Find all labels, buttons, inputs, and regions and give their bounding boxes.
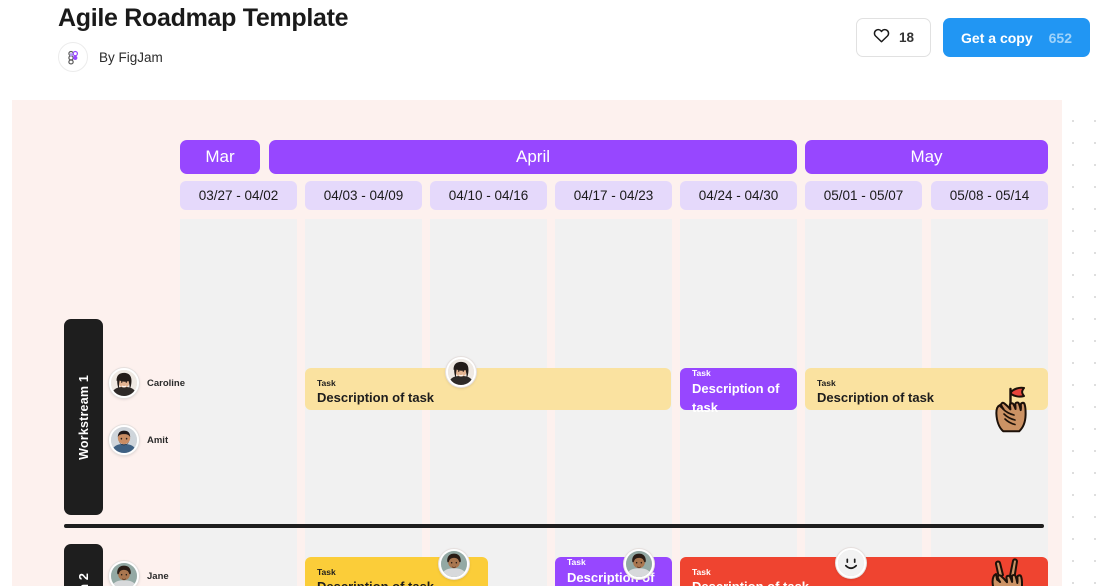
photo-avatar-amit <box>109 425 139 455</box>
member-name: Jane <box>147 570 169 582</box>
week-label: 03/27 - 04/02 <box>198 188 279 203</box>
heart-icon <box>873 27 890 48</box>
month-chip[interactable]: May <box>805 140 1048 174</box>
like-count: 18 <box>899 30 915 45</box>
task-kicker: Task <box>317 377 336 388</box>
task-assignee-avatar[interactable] <box>446 357 476 387</box>
workstream-member[interactable]: Caroline <box>109 368 185 398</box>
task-card[interactable]: TaskDescription of task <box>555 557 672 586</box>
week-chip[interactable]: 05/01 - 05/07 <box>805 181 922 210</box>
page-header: Agile Roadmap Template By FigJam 18 Get … <box>0 0 1102 100</box>
workstream-member[interactable]: Jane <box>109 561 169 586</box>
week-label: 04/03 - 04/09 <box>323 188 404 203</box>
smiley-avatar-bob <box>836 548 866 578</box>
get-a-copy-button[interactable]: Get a copy 652 <box>943 18 1090 57</box>
photo-avatar-caroline <box>446 357 476 387</box>
figjam-logo-icon <box>58 42 88 72</box>
month-label: April <box>515 147 550 166</box>
photo-avatar-jane <box>109 561 139 586</box>
template-preview-page: Agile Roadmap Template By FigJam 18 Get … <box>0 0 1102 586</box>
workstream-name: Workstream 1 <box>76 374 91 460</box>
like-button[interactable]: 18 <box>856 18 932 57</box>
workstream-label-2[interactable]: Workstream 2 <box>64 544 103 586</box>
month-label: May <box>910 147 943 166</box>
task-assignee-avatar[interactable] <box>624 549 654 579</box>
task-description: Description of task <box>317 578 476 586</box>
month-chip[interactable]: Mar <box>180 140 260 174</box>
task-description: Description of task <box>317 390 435 406</box>
figjam-canvas[interactable]: Mar April May 03/27 - 04/02 04/03 - 04/09 04… <box>0 100 1102 586</box>
week-label: 04/10 - 04/16 <box>448 188 529 203</box>
hand-peace-sticker[interactable] <box>990 552 1028 586</box>
roadmap-board[interactable]: Mar April May 03/27 - 04/02 04/03 - 04/09 04… <box>12 100 1062 586</box>
workstream-divider <box>64 524 1044 528</box>
photo-avatar-jane <box>624 549 654 579</box>
week-chip[interactable]: 05/08 - 05/14 <box>931 181 1048 210</box>
month-chip[interactable]: April <box>269 140 797 174</box>
month-label: Mar <box>205 147 235 166</box>
author-label: By FigJam <box>99 49 163 65</box>
task-description: Description of task <box>692 381 780 415</box>
member-name: Amit <box>147 434 169 446</box>
get-a-copy-count: 652 <box>1048 29 1072 46</box>
page-title: Agile Roadmap Template <box>58 4 349 32</box>
workstream-member[interactable]: Amit <box>109 425 168 455</box>
task-description: Description of task <box>692 578 1036 586</box>
column-stripe <box>180 219 297 586</box>
get-a-copy-label: Get a copy <box>961 29 1033 46</box>
workstream-name: Workstream 2 <box>77 573 91 586</box>
task-assignee-avatar[interactable] <box>439 549 469 579</box>
week-label: 04/17 - 04/23 <box>573 188 654 203</box>
task-kicker: Task <box>692 368 711 379</box>
week-chip[interactable]: 04/17 - 04/23 <box>555 181 672 210</box>
photo-avatar-caroline <box>109 368 139 398</box>
week-chip[interactable]: 03/27 - 04/02 <box>180 181 297 210</box>
task-card[interactable]: Task Description of task <box>305 368 671 410</box>
hand-flag-sticker[interactable] <box>992 378 1032 434</box>
week-chip[interactable]: 04/10 - 04/16 <box>430 181 547 210</box>
member-name: Caroline <box>147 377 186 389</box>
workstream-label-1[interactable]: Workstream 1 <box>64 319 103 515</box>
photo-avatar-jane <box>439 549 469 579</box>
week-label: 05/01 - 05/07 <box>823 188 904 203</box>
task-assignee-avatar[interactable] <box>836 548 866 578</box>
week-chip[interactable]: 04/24 - 04/30 <box>680 181 797 210</box>
week-chip[interactable]: 04/03 - 04/09 <box>305 181 422 210</box>
week-label: 05/08 - 05/14 <box>949 188 1030 203</box>
byline: By FigJam <box>58 42 163 72</box>
task-card[interactable]: Task Description of task <box>680 368 797 415</box>
header-actions: 18 Get a copy 652 <box>856 18 1090 57</box>
week-label: 04/24 - 04/30 <box>698 188 779 203</box>
